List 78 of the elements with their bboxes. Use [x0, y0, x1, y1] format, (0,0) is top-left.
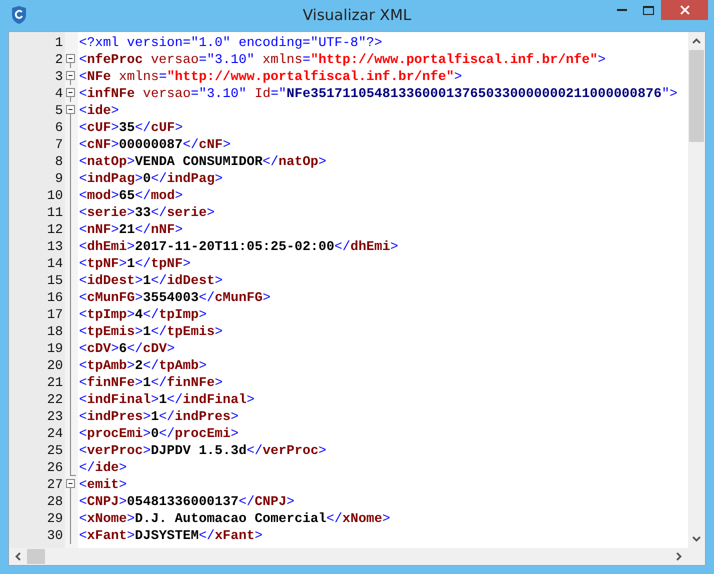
line-number: 3 [54, 68, 64, 85]
code-line: <indFinal>1</indFinal> [79, 391, 255, 408]
shield-icon [11, 6, 27, 24]
code-line: <tpImp>4</tpImp> [79, 306, 207, 323]
close-button[interactable] [661, 0, 708, 20]
line-number: 9 [54, 170, 64, 187]
code-line: <procEmi>0</procEmi> [79, 425, 239, 442]
window-title: Visualizar XML [302, 6, 412, 24]
code-line: <verProc>DJPDV 1.5.3d</verProc> [79, 442, 326, 459]
line-number: 27 [46, 476, 64, 493]
code-line: <xNome>D.J. Automacao Comercial</xNome> [79, 510, 390, 527]
line-number: 26 [46, 459, 64, 476]
code-line: <ide> [79, 102, 119, 119]
line-number: 13 [46, 238, 64, 255]
line-number: 28 [46, 493, 64, 510]
line-number: 5 [54, 102, 64, 119]
code-line: <indPag>0</indPag> [79, 170, 223, 187]
code-line: <NFe xmlns="http://www.portalfiscal.inf.br/nfe"> [79, 68, 462, 85]
scroll-left-icon[interactable] [15, 552, 21, 561]
line-number: 4 [54, 85, 64, 102]
code-line: <natOp>VENDA CONSUMIDOR</natOp> [79, 153, 326, 170]
scrollbar-thumb[interactable] [27, 549, 45, 564]
line-number: 19 [46, 340, 64, 357]
code-line: <CNPJ>05481336000137</CNPJ> [79, 493, 294, 510]
code-line: <xFant>DJSYSTEM</xFant> [79, 527, 263, 544]
line-number: 23 [46, 408, 64, 425]
line-number: 10 [46, 187, 64, 204]
line-number: 17 [46, 306, 64, 323]
code-line: <dhEmi>2017-11-20T11:05:25-02:00</dhEmi> [79, 238, 398, 255]
code-line: <mod>65</mod> [79, 187, 183, 204]
line-number: 7 [54, 136, 64, 153]
line-number: 29 [46, 510, 64, 527]
code-line: <tpEmis>1</tpEmis> [79, 323, 223, 340]
code-line: <?xml version="1.0" encoding="UTF-8"?> [79, 34, 382, 51]
line-number: 20 [46, 357, 64, 374]
line-number: 18 [46, 323, 64, 340]
close-icon [680, 5, 690, 15]
scroll-up-icon[interactable] [692, 38, 701, 44]
line-number: 30 [46, 527, 64, 544]
code-line: <indPres>1</indPres> [79, 408, 239, 425]
collapse-icon[interactable] [65, 102, 76, 119]
code-line: <infNFe versao="3.10" Id="NFe35171105481336000137650330000000211000000876"> [79, 85, 678, 102]
line-number: 6 [54, 119, 64, 136]
code-line: <idDest>1</idDest> [79, 272, 223, 289]
vertical-scrollbar[interactable] [688, 32, 705, 548]
line-number: 14 [46, 255, 64, 272]
line-number: 11 [46, 204, 64, 221]
line-number: 22 [46, 391, 64, 408]
line-number: 8 [54, 153, 64, 170]
code-line: <cUF>35</cUF> [79, 119, 183, 136]
maximize-icon [642, 6, 654, 14]
code-line: <cDV>6</cDV> [79, 340, 175, 357]
line-number: 16 [46, 289, 64, 306]
minimize-icon [617, 9, 627, 11]
line-number: 15 [46, 272, 64, 289]
collapse-icon[interactable] [65, 85, 76, 102]
line-number: 2 [54, 51, 64, 68]
code-line: <emit> [79, 476, 127, 493]
code-line: <nfeProc versao="3.10" xmlns="http://www.portalfiscal.inf.br/nfe"> [79, 51, 606, 68]
line-number: 1 [54, 34, 64, 51]
code-line: <cMunFG>3554003</cMunFG> [79, 289, 271, 306]
code-line: <tpNF>1</tpNF> [79, 255, 191, 272]
scroll-down-icon[interactable] [692, 536, 701, 542]
line-number: 21 [46, 374, 64, 391]
collapse-icon[interactable] [65, 476, 76, 493]
code-line: <tpAmb>2</tpAmb> [79, 357, 207, 374]
code-line: <finNFe>1</finNFe> [79, 374, 223, 391]
code-line: <cNF>00000087</cNF> [79, 136, 231, 153]
line-number: 25 [46, 442, 64, 459]
code-line: <serie>33</serie> [79, 204, 215, 221]
line-number: 24 [46, 425, 64, 442]
collapse-icon[interactable] [65, 51, 76, 68]
collapse-icon[interactable] [65, 68, 76, 85]
code-line: </ide> [79, 459, 127, 476]
scroll-right-icon[interactable] [676, 552, 682, 561]
line-number: 12 [46, 221, 64, 238]
code-line: <nNF>21</nNF> [79, 221, 183, 238]
scrollbar-thumb[interactable] [689, 50, 704, 142]
